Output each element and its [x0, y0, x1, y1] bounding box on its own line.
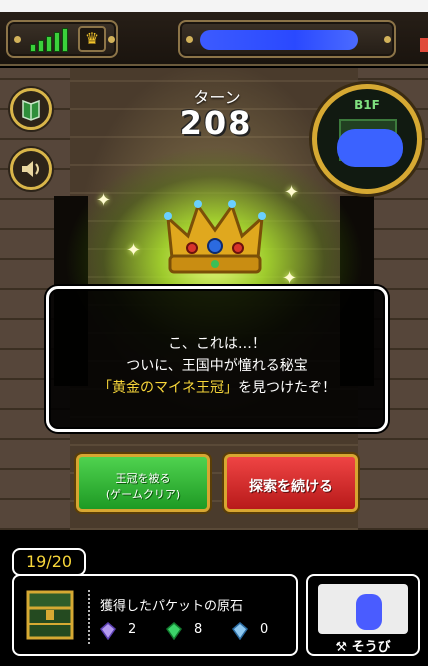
- equipment-label-text: そうび: [351, 640, 391, 655]
- sparkle-icon: ✦: [96, 190, 112, 211]
- green-gem-icon: [166, 622, 182, 640]
- blue-gem-icon: [232, 622, 248, 640]
- continue-exploring-button[interactable]: 探索を続ける: [224, 454, 358, 512]
- speaker-icon: [22, 161, 39, 177]
- equipment-label: ⚒ そうび: [308, 636, 418, 655]
- game-clear-label: (ゲームクリア): [105, 488, 181, 501]
- minimap[interactable]: B1F: [312, 84, 422, 194]
- wear-crown-button[interactable]: 王冠を被る (ゲームクリア): [76, 454, 210, 512]
- turn-counter: 208: [179, 104, 253, 142]
- divider: [88, 590, 90, 644]
- dialogue-line: ついに、王国中が憧れる秘宝: [126, 358, 308, 374]
- equipment-preview: [318, 584, 408, 634]
- pill-rivet: [384, 36, 391, 43]
- character-redacted: [356, 594, 382, 630]
- pill-rivet: [14, 36, 21, 43]
- floor-label: B1F: [354, 98, 380, 112]
- status-bar: ♛: [0, 0, 428, 66]
- sparkle-icon: ✦: [126, 240, 142, 261]
- treasure-chest-panel[interactable]: 獲得したパケットの原石 2 8 0: [12, 574, 298, 656]
- purple-gem-count: 2: [128, 622, 137, 637]
- dialogue-line: こ、これは…！: [168, 336, 266, 352]
- system-strip: [0, 0, 428, 12]
- capacity-counter: 19/20: [12, 548, 86, 576]
- map-redacted: [337, 129, 403, 167]
- guide-book-button[interactable]: [10, 88, 52, 130]
- packet-stones-title: 獲得したパケットの原石: [100, 599, 244, 614]
- sparkle-icon: ✦: [284, 182, 300, 203]
- dialogue-line: 「黄金のマイネ王冠」を見つけたぞ！: [49, 377, 385, 397]
- corner-tab: [420, 38, 428, 52]
- wear-crown-label: 王冠を被る: [115, 472, 171, 485]
- crown-rank-icon[interactable]: ♛: [78, 26, 106, 52]
- pill-rivet: [186, 36, 193, 43]
- continue-label: 探索を続ける: [249, 479, 333, 495]
- bracket-close: 」: [224, 380, 238, 396]
- dialogue-text: を見つけたぞ！: [238, 380, 336, 396]
- signal-strength-icon: [30, 28, 70, 52]
- equipment-button[interactable]: ⚒ そうび: [306, 574, 420, 656]
- player-name-pill: [178, 20, 396, 58]
- golden-crown-icon: [164, 200, 266, 274]
- blue-gem-count: 0: [260, 622, 269, 637]
- bracket-open: 「: [98, 380, 112, 396]
- anvil-icon: ⚒: [335, 640, 348, 655]
- purple-gem-icon: [100, 622, 116, 640]
- dialogue-box[interactable]: こ、これは…！ ついに、王国中が憧れる秘宝 「黄金のマイネ王冠」を見つけたぞ！: [46, 286, 388, 432]
- status-pill: ♛: [6, 20, 118, 58]
- bottom-panel: 獲得したパケットの原石 2 8 0 19/20 ⚒ そうび: [0, 530, 428, 666]
- sound-toggle-button[interactable]: [10, 148, 52, 190]
- green-gem-count: 8: [194, 622, 203, 637]
- book-icon: [22, 99, 40, 121]
- treasure-chest-icon: [26, 590, 74, 640]
- player-name-redacted: [200, 30, 358, 50]
- pill-rivet: [108, 36, 115, 43]
- treasure-name: 黄金のマイネ王冠: [112, 380, 224, 396]
